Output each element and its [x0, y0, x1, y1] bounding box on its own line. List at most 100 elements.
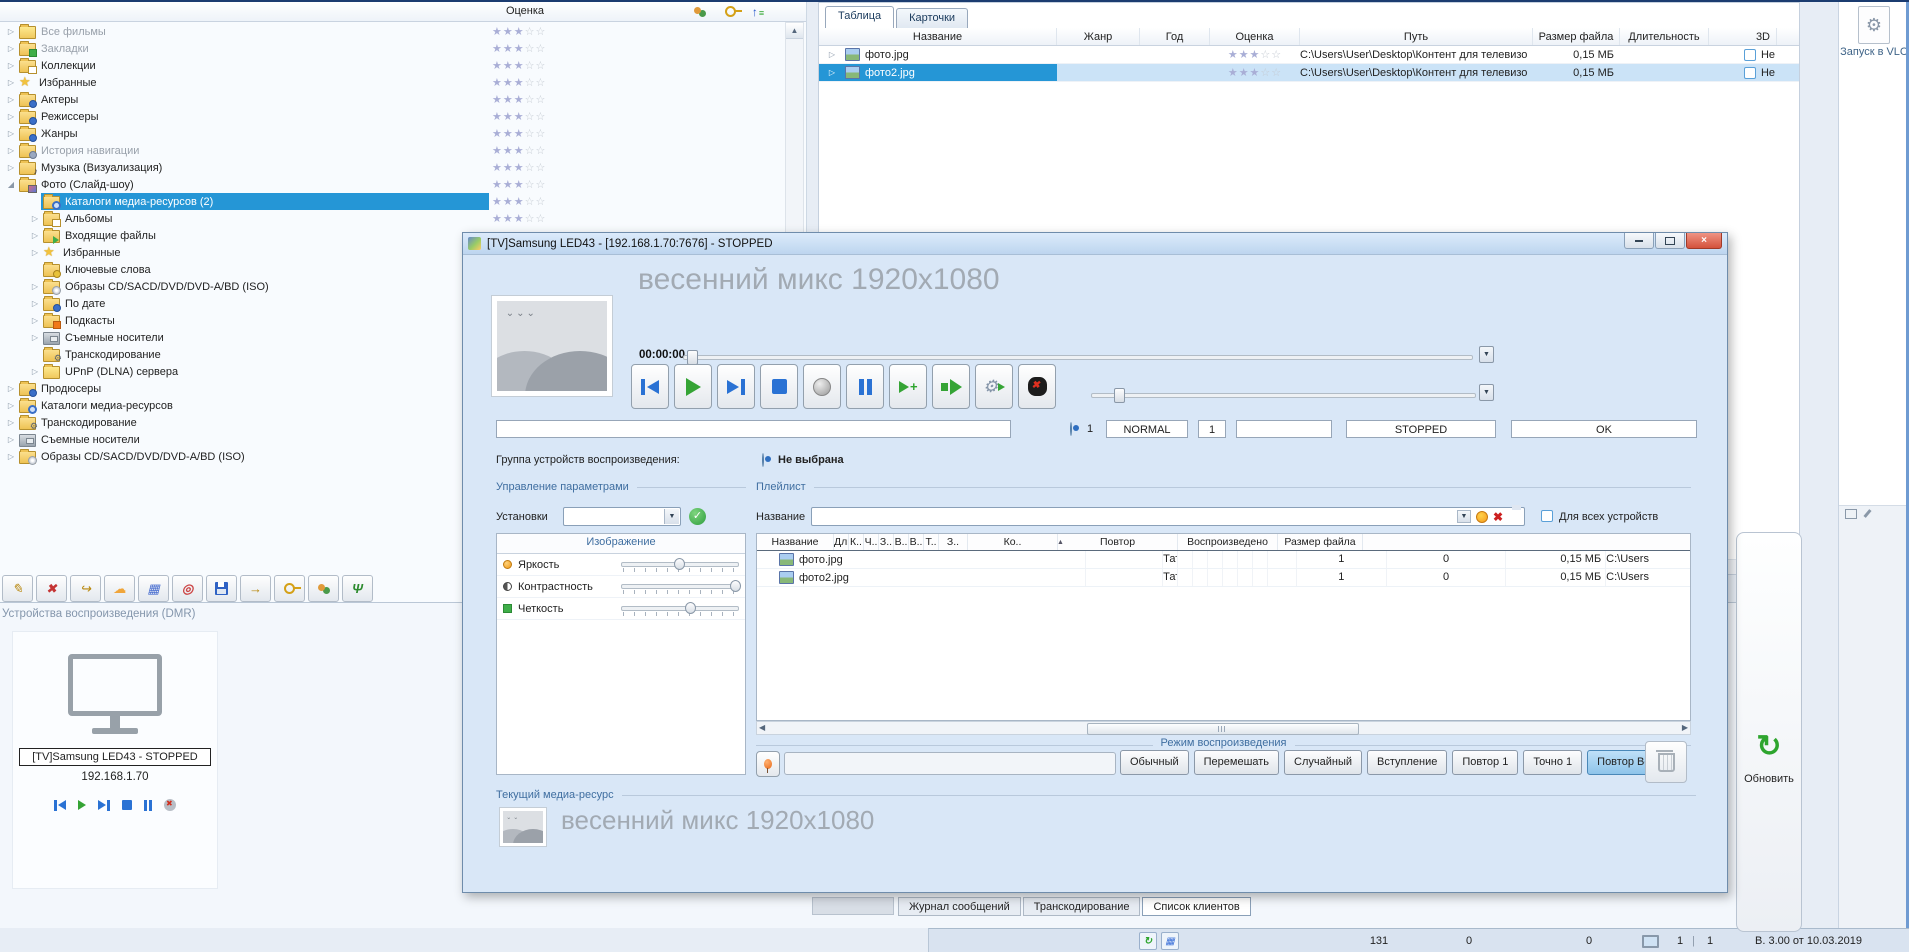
playlist-column-header[interactable]: Повтор	[1058, 534, 1178, 550]
tree-item[interactable]: ◢ Фото (Слайд-шоу) ★★★☆☆	[0, 176, 782, 193]
folder-edit-icon[interactable]: ✎	[2, 575, 33, 602]
rating-column-header[interactable]: Оценка	[487, 5, 563, 17]
tree-item[interactable]: ▷ Музыка (Визуализация) ★★★☆☆	[0, 159, 782, 176]
palm-icon[interactable]: Ψ	[342, 575, 373, 602]
tree-item[interactable]: ▷ Избранные ★★★☆☆	[0, 74, 782, 91]
expander-icon[interactable]: ▷	[29, 214, 41, 223]
rating-stars[interactable]: ★★★☆☆	[492, 59, 546, 72]
scroll-left-icon[interactable]: ◀	[759, 723, 765, 732]
playlist-column-header[interactable]: З..	[939, 534, 968, 550]
mute-icon[interactable]	[164, 799, 176, 811]
save-icon[interactable]	[206, 575, 237, 602]
column-header[interactable]: 3D	[1709, 28, 1777, 45]
chevron-down-icon[interactable]: ▼	[1479, 384, 1494, 401]
pause-button[interactable]	[144, 800, 152, 811]
chevron-down-icon[interactable]: ▼	[664, 509, 679, 524]
playlist-column-header[interactable]: Ко..	[968, 534, 1058, 550]
playlist-column-header[interactable]: Т..	[924, 534, 939, 550]
rating-stars[interactable]: ★★★☆☆	[492, 93, 546, 106]
expander-icon[interactable]: ▷	[5, 112, 17, 121]
expander-icon[interactable]: ▷	[5, 452, 17, 461]
folder-open-icon[interactable]: →	[240, 575, 271, 602]
playlist-column-header[interactable]	[1362, 534, 1363, 550]
scroll-right-icon[interactable]: ▶	[1682, 723, 1688, 732]
column-header[interactable]: Путь	[1300, 28, 1533, 45]
maximize-button[interactable]	[1655, 233, 1685, 249]
mode-button[interactable]: Вступление	[1367, 750, 1447, 775]
rating-stars[interactable]: ★★★☆☆	[492, 161, 546, 174]
playlist-row[interactable]: фото.jpg Тат 1 0 0,15 МБ C:\Users	[757, 551, 1690, 569]
previous-button[interactable]	[54, 800, 66, 811]
playlist-row[interactable]: фото2.jpg Тат 1 0 0,15 МБ C:\Users	[757, 569, 1690, 587]
expander-icon[interactable]: ▷	[29, 333, 41, 342]
table-icon[interactable]: ▦	[1161, 932, 1179, 950]
tree-item[interactable]: ▷ Актеры ★★★☆☆	[0, 91, 782, 108]
expander-icon[interactable]: ▷	[5, 146, 17, 155]
stop-button[interactable]	[760, 364, 798, 409]
position-slider[interactable]	[683, 348, 1473, 364]
expander-icon[interactable]: ▷	[5, 44, 17, 53]
bottom-tab[interactable]: Транскодирование	[1023, 897, 1141, 916]
playlist-column-header[interactable]: Размер файла	[1278, 534, 1362, 550]
scroll-up-icon[interactable]: ▲	[786, 23, 803, 39]
clear-playlist-button[interactable]	[1645, 741, 1687, 783]
expander-icon[interactable]: ▷	[5, 384, 17, 393]
3d-checkbox[interactable]	[1744, 67, 1756, 79]
playlist-horizontal-scrollbar[interactable]: ◀ ▶	[756, 721, 1691, 735]
expander-icon[interactable]: ▷	[5, 95, 17, 104]
file-name-cell[interactable]: фото.jpg	[845, 46, 1057, 63]
playlist-column-header[interactable]: В..	[909, 534, 924, 550]
expander-icon[interactable]: ▷	[29, 316, 41, 325]
column-header[interactable]: Название	[819, 28, 1057, 45]
rating-stars[interactable]: ★★★☆☆	[1210, 66, 1300, 79]
vlc-launch-label[interactable]: Запуск в VLC	[1839, 46, 1909, 58]
mode-button[interactable]: Повтор 1	[1452, 750, 1518, 775]
stop-button[interactable]	[122, 800, 132, 810]
panel-restore-icon[interactable]	[1845, 509, 1857, 519]
dialog-titlebar[interactable]: [TV]Samsung LED43 - [192.168.1.70:7676] …	[463, 233, 1727, 255]
channel-radio[interactable]	[1070, 422, 1072, 436]
vlc-launch-icon[interactable]: ⚙	[1858, 6, 1890, 44]
tree-item[interactable]: ▷ Все фильмы ★★★☆☆	[0, 23, 782, 40]
column-header[interactable]: Длительность	[1620, 28, 1709, 45]
key-icon[interactable]	[274, 575, 305, 602]
playlist-column-header[interactable]: Воспроизведено	[1178, 534, 1278, 550]
device-group-radio[interactable]	[762, 453, 764, 467]
users-icon[interactable]	[308, 575, 339, 602]
expander-icon[interactable]: ▷	[819, 46, 845, 63]
mosaic-icon[interactable]: ▦	[138, 575, 169, 602]
rating-stars[interactable]: ★★★☆☆	[492, 127, 546, 140]
scrollbar-thumb[interactable]	[1087, 723, 1359, 735]
expander-icon[interactable]: ◢	[5, 180, 17, 189]
expander-icon[interactable]: ▷	[5, 78, 17, 87]
mode-button[interactable]: Обычный	[1120, 750, 1189, 775]
rating-stars[interactable]: ★★★☆☆	[492, 178, 546, 191]
mode-button[interactable]: Перемешать	[1194, 750, 1279, 775]
expander-icon[interactable]: ▷	[5, 27, 17, 36]
playlist-column-header[interactable]: З..	[879, 534, 894, 550]
refresh-clients-button[interactable]: ↻ Обновить	[1736, 532, 1802, 932]
column-header[interactable]: Год	[1140, 28, 1210, 45]
rating-stars[interactable]: ★★★☆☆	[492, 195, 546, 208]
play-button[interactable]	[674, 364, 712, 409]
sort-ascending-icon[interactable]: ↑	[748, 4, 768, 19]
rating-stars[interactable]: ★★★☆☆	[492, 144, 546, 157]
record-button[interactable]	[803, 364, 841, 409]
play-button[interactable]	[78, 800, 86, 810]
file-name-cell[interactable]: фото2.jpg	[845, 64, 1057, 81]
playlist-column-header[interactable]: К..	[849, 534, 864, 550]
rating-stars[interactable]: ★★★☆☆	[1210, 48, 1300, 61]
table-row[interactable]: ▷ фото2.jpg ★★★☆☆ C:\Users\User\Desktop\…	[819, 64, 1799, 82]
rating-stars[interactable]: ★★★☆☆	[492, 76, 546, 89]
tree-item[interactable]: ▷ Закладки ★★★☆☆	[0, 40, 782, 57]
mute-button[interactable]	[1018, 364, 1056, 409]
expander-icon[interactable]: ▷	[5, 129, 17, 138]
presets-combobox[interactable]: ▼	[563, 507, 681, 526]
expander-icon[interactable]: ▷	[29, 299, 41, 308]
expander-icon[interactable]: ▷	[819, 64, 845, 81]
chevron-down-icon[interactable]: ▼	[1479, 346, 1494, 363]
bottom-tab[interactable]: Список клиентов	[1142, 897, 1250, 916]
rating-stars[interactable]: ★★★☆☆	[492, 110, 546, 123]
tree-item[interactable]: ▷ Режиссеры ★★★☆☆	[0, 108, 782, 125]
chevron-down-icon[interactable]: ▼	[1457, 510, 1471, 523]
